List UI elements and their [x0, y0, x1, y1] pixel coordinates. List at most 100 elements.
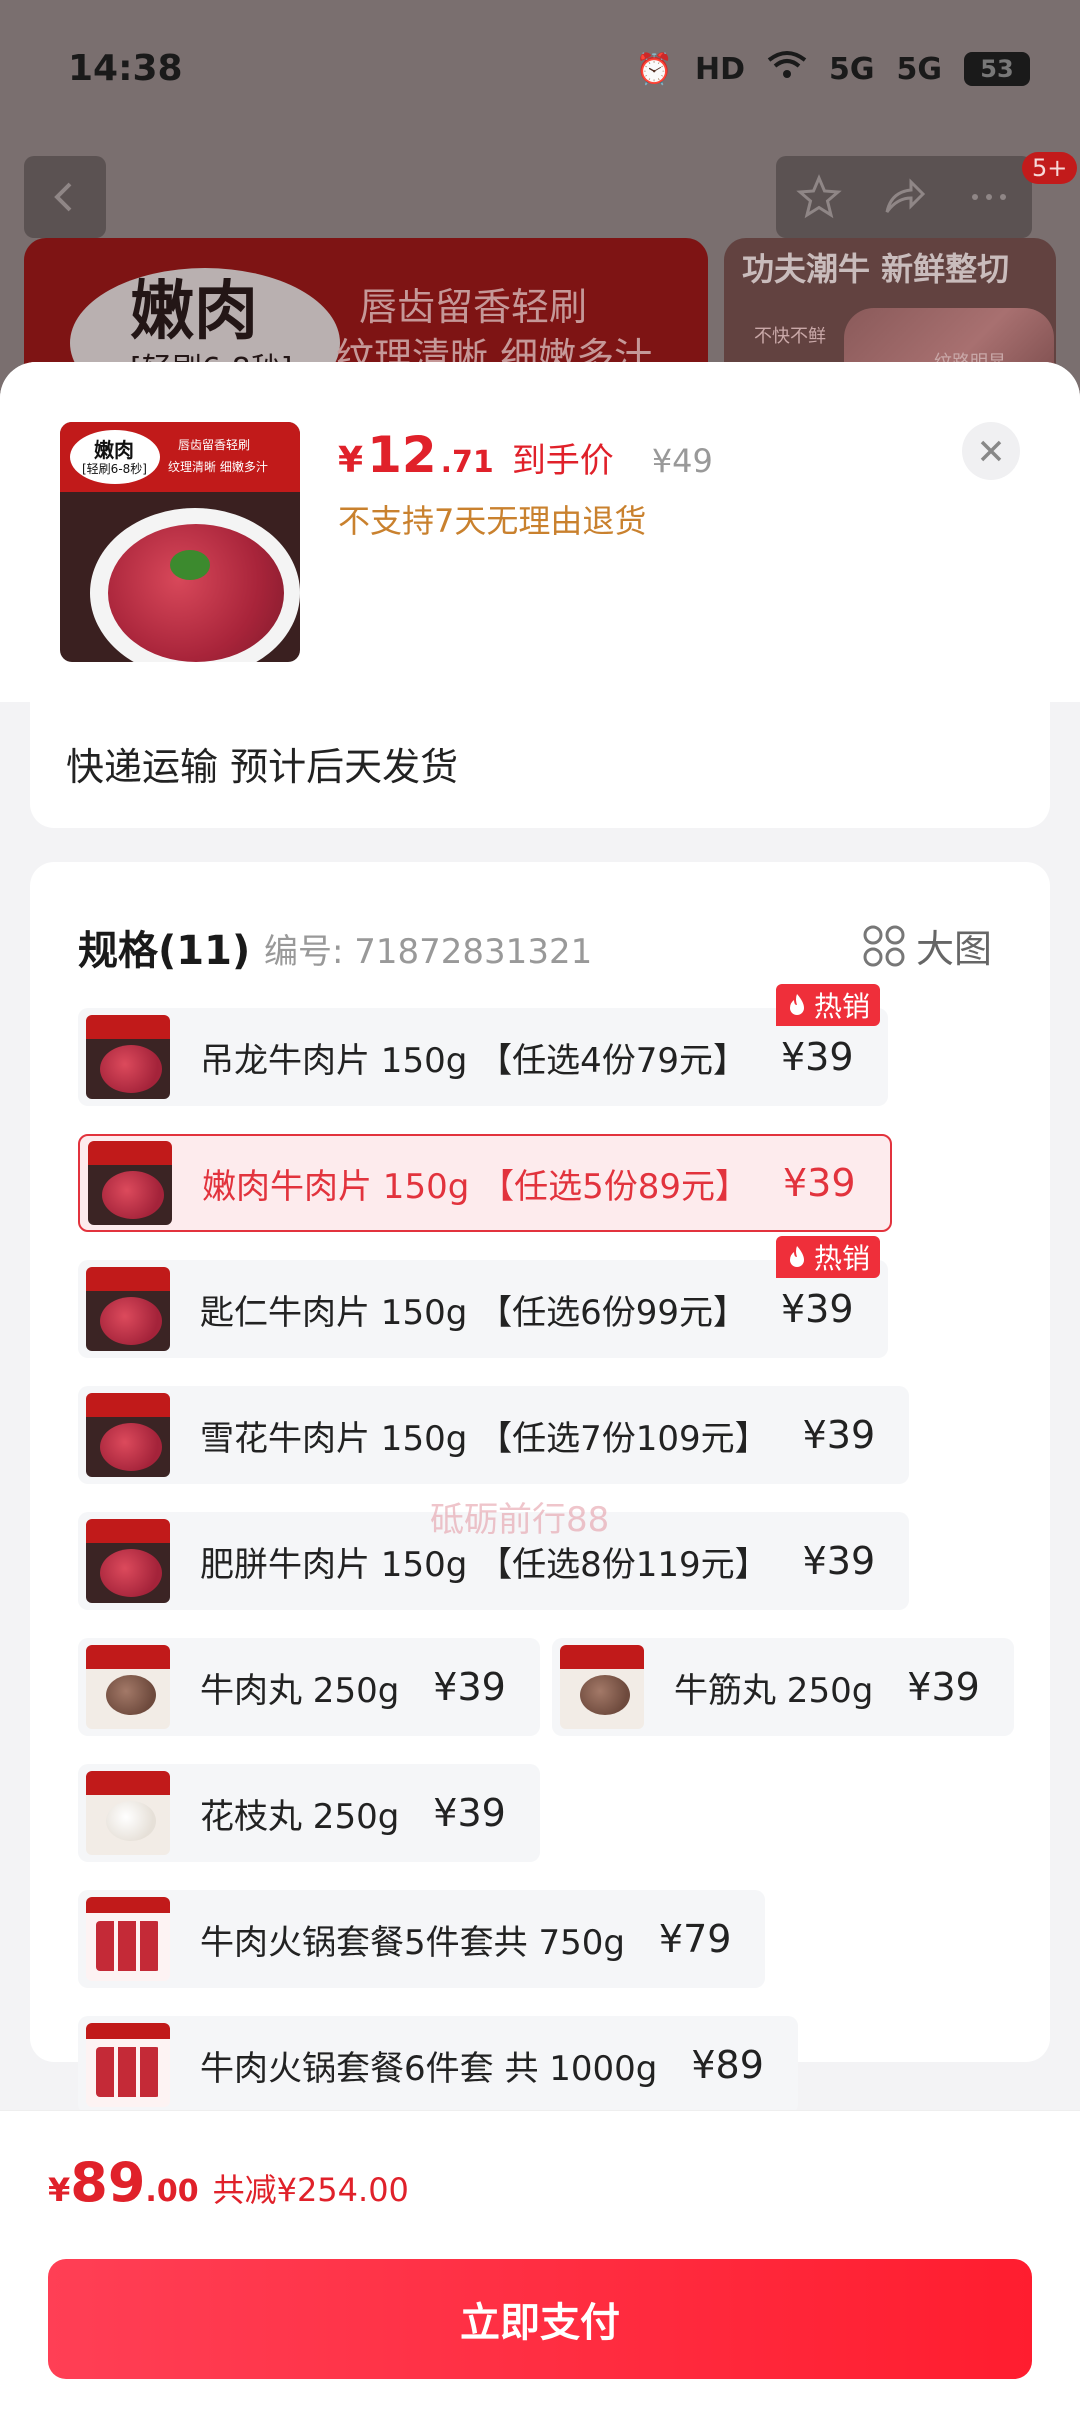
watermark: 砥砺前行88 [430, 1500, 610, 1540]
share-button[interactable] [873, 166, 935, 228]
checkout-footer: ¥ 89 .00 共减¥254.00 立即支付 [0, 2110, 1080, 2412]
final-price: ¥ 12 .71 到手价 ¥49 [338, 426, 713, 484]
product-thumbnail[interactable]: 嫩肉 [轻刷6-8秒] 唇齿留香轻刷 纹理清晰 细嫩多汁 [60, 422, 300, 662]
banner-title: 嫩肉 [130, 275, 258, 349]
option-price: ¥39 [783, 1161, 856, 1205]
price-decimal: .71 [440, 445, 494, 480]
total-price: ¥ 89 .00 共减¥254.00 [48, 2151, 409, 2214]
thumb-tag: 纹理清晰 细嫩多汁 [168, 460, 268, 474]
option-label: 吊龙牛肉片 150g 【任选4份79元】 [200, 1040, 747, 1081]
option-label: 牛肉火锅套餐6件套 共 1000g [200, 2048, 658, 2089]
thumb-title: 嫩肉 [94, 438, 134, 462]
spec-option[interactable]: 花枝丸 250g ¥39 [78, 1764, 540, 1862]
option-thumbnail [86, 1771, 170, 1855]
spec-option[interactable]: 吊龙牛肉片 150g 【任选4份79元】 ¥39 [78, 1008, 888, 1106]
total-integer: 89 [70, 2151, 146, 2214]
return-policy: 不支持7天无理由退货 [338, 502, 647, 540]
spec-selector: 规格(11) 编号: 71872831321 大图 吊龙牛肉片 150g 【任选… [30, 862, 1050, 2114]
sku-selector-sheet: 嫩肉 [轻刷6-8秒] 唇齿留香轻刷 纹理清晰 细嫩多汁 ¥ 12 .71 到手… [0, 362, 1080, 2412]
spec-option[interactable]: 牛筋丸 250g ¥39 [552, 1638, 1014, 1736]
notification-badge: 5+ [1022, 152, 1078, 184]
product-summary: 嫩肉 [轻刷6-8秒] 唇齿留香轻刷 纹理清晰 细嫩多汁 ¥ 12 .71 到手… [0, 362, 1080, 702]
hot-badge: 热销 [776, 984, 881, 1026]
signal-5g-icon: 5G [829, 51, 875, 87]
option-price: ¥79 [658, 1917, 732, 1961]
grid-icon [863, 925, 905, 966]
option-label: 嫩肉牛肉片 150g 【任选5份89元】 [202, 1166, 749, 1207]
option-price: ¥89 [691, 2043, 764, 2087]
fire-icon [790, 1246, 804, 1267]
banner-side-tag: 不快不鲜 [754, 326, 826, 347]
price-integer: 12 [367, 426, 437, 484]
option-thumbnail [86, 1267, 170, 1351]
option-label: 牛肉火锅套餐5件套共 750g [200, 1922, 625, 1963]
hot-label: 热销 [814, 1242, 871, 1275]
option-label: 牛筋丸 250g [674, 1670, 874, 1711]
total-savings: 共减¥254.00 [212, 2171, 409, 2209]
hot-badge: 热销 [776, 1236, 881, 1278]
option-thumbnail [88, 1141, 172, 1225]
status-icons: ⏰ HD 5G 5G 53 [636, 50, 1030, 88]
price-label: 到手价 [511, 441, 614, 481]
option-price: ¥39 [781, 1035, 854, 1079]
meat-image [108, 524, 284, 662]
option-thumbnail [86, 1897, 170, 1981]
product-code: 编号: 71872831321 [264, 932, 593, 972]
spec-option[interactable]: 牛肉丸 250g ¥39 [78, 1638, 540, 1736]
option-thumbnail [86, 1645, 170, 1729]
banner-tag: 唇齿留香轻刷 [359, 285, 588, 329]
favorite-button[interactable] [788, 166, 850, 228]
spec-option[interactable]: 雪花牛肉片 150g 【任选7份109元】 ¥39 [78, 1386, 910, 1484]
option-label: 肥胼牛肉片 150g 【任选8份119元】 [200, 1544, 769, 1585]
option-thumbnail [86, 1393, 170, 1477]
total-currency: ¥ [48, 2171, 71, 2209]
option-thumbnail [560, 1645, 644, 1729]
wifi-icon [767, 50, 807, 88]
price-currency: ¥ [338, 440, 364, 481]
hd-icon: HD [694, 51, 745, 87]
back-button[interactable] [24, 156, 106, 238]
big-image-label: 大图 [916, 927, 993, 971]
signal-5g-icon: 5G [896, 51, 943, 87]
spec-option[interactable]: 牛肉火锅套餐6件套 共 1000g ¥89 [78, 2016, 798, 2114]
status-time: 14:38 [68, 48, 183, 89]
option-price: ¥39 [433, 1665, 506, 1709]
pay-now-button[interactable]: 立即支付 [48, 2259, 1032, 2379]
spec-option[interactable]: 牛肉火锅套餐5件套共 750g ¥79 [78, 1890, 766, 1988]
more-icon [972, 194, 1007, 200]
option-label: 花枝丸 250g [200, 1796, 400, 1837]
option-thumbnail [86, 1519, 170, 1603]
thumb-tag: 唇齿留香轻刷 [178, 438, 251, 452]
option-thumbnail [86, 2023, 170, 2107]
option-price: ¥39 [907, 1665, 980, 1709]
option-price: ¥39 [802, 1539, 876, 1583]
spec-option[interactable]: 匙仁牛肉片 150g 【任选6份99元】 ¥39 [78, 1260, 888, 1358]
option-thumbnail [86, 1015, 170, 1099]
big-image-toggle[interactable]: 大图 [862, 918, 992, 973]
herb-image [170, 550, 210, 580]
banner-side-title: 功夫潮牛 新鲜整切 [742, 250, 1010, 288]
option-price: ¥39 [802, 1413, 876, 1457]
shipping-text: 快递运输 预计后天发货 [66, 745, 459, 789]
thumb-subtitle: [轻刷6-8秒] [82, 462, 147, 476]
spec-option-selected[interactable]: 嫩肉牛肉片 150g 【任选5份89元】 ¥39 [78, 1134, 892, 1232]
close-icon [980, 440, 1002, 462]
hot-label: 热销 [814, 990, 871, 1023]
shipping-info: 快递运输 预计后天发货 [30, 696, 1050, 828]
option-label: 匙仁牛肉片 150g 【任选6份99元】 [200, 1292, 747, 1333]
close-button[interactable] [962, 422, 1020, 480]
alarm-icon: ⏰ [635, 51, 673, 87]
original-price: ¥49 [651, 442, 713, 480]
background-page: 14:38 ⏰ HD 5G 5G 53 5+ 嫩肉 [轻刷6-8秒] 唇齿留香轻… [0, 0, 1080, 420]
top-actions [776, 156, 1032, 238]
chevron-left-icon [54, 182, 72, 212]
option-price: ¥39 [433, 1791, 506, 1835]
battery-icon: 53 [964, 52, 1030, 86]
option-price: ¥39 [781, 1287, 854, 1331]
option-label: 牛肉丸 250g [200, 1670, 400, 1711]
option-label: 雪花牛肉片 150g 【任选7份109元】 [200, 1418, 769, 1459]
fire-icon [790, 994, 804, 1015]
star-icon [795, 174, 842, 219]
more-button[interactable] [958, 166, 1020, 228]
total-decimal: .00 [145, 2174, 199, 2209]
